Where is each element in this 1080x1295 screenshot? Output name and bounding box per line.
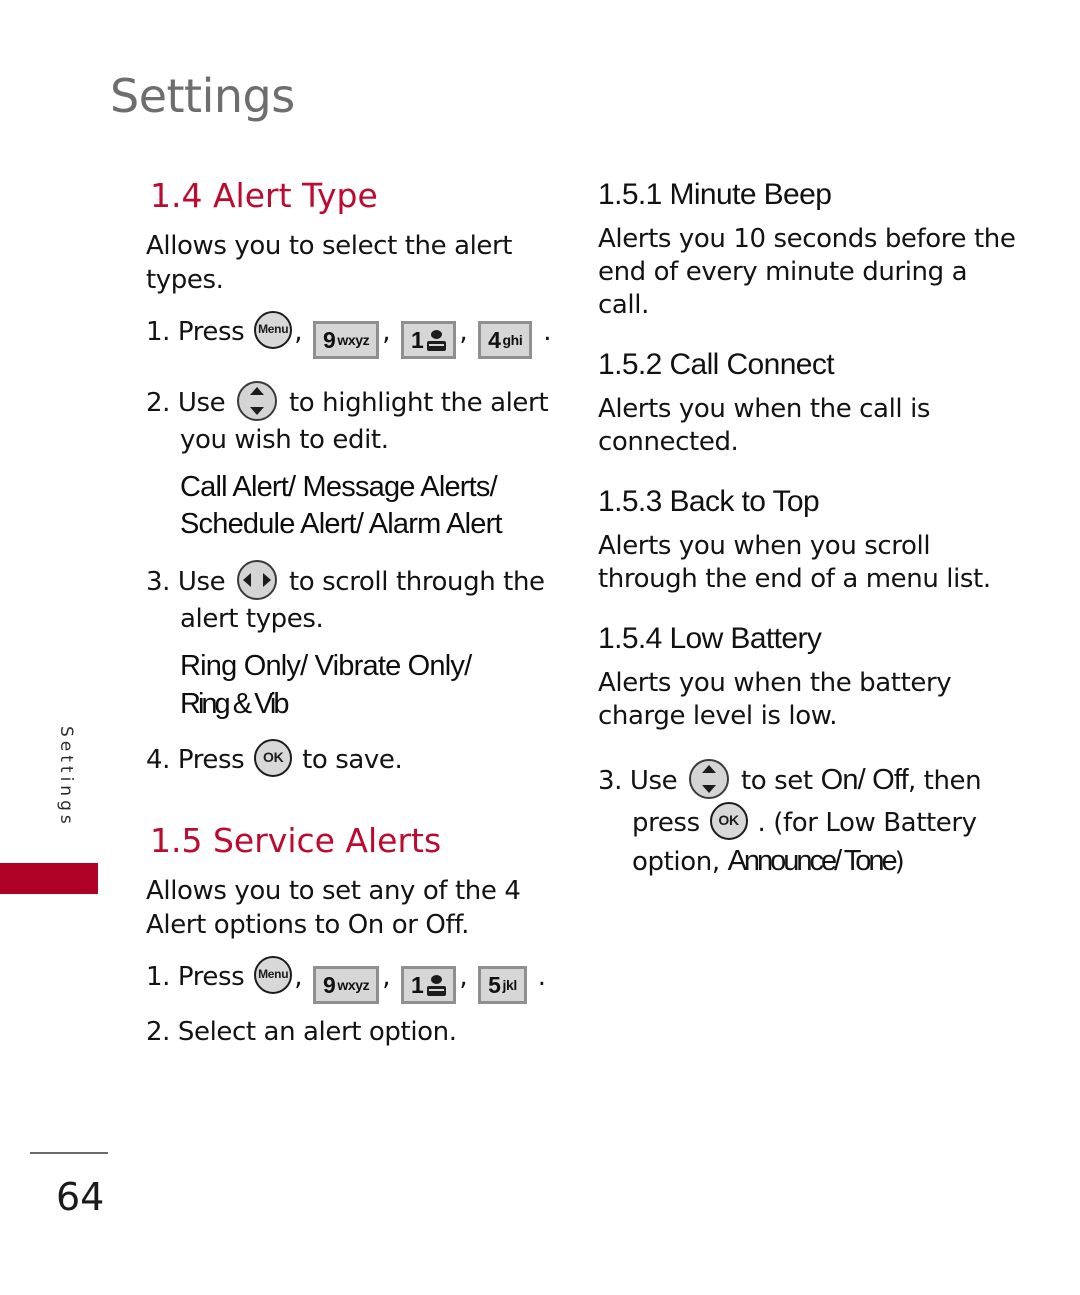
step-2-continuation: you wish to edit. <box>180 424 389 455</box>
ok-key[interactable]: OK <box>709 801 748 840</box>
page-number: 64 <box>56 1175 105 1219</box>
ring-options-line-1: Ring Only/ Vibrate Only/ <box>180 649 472 682</box>
section-heading-1-4: 1.4 Alert Type <box>150 176 378 215</box>
key-1[interactable]: 1 <box>400 320 457 359</box>
section-1-4-step-1: 1. Press Menu, 9 wxyz, 1, 4 ghi . <box>146 310 564 359</box>
manual-page: Settings Settings 64 1.4 Alert Type Allo… <box>0 0 1080 1295</box>
nav-up-down-key[interactable] <box>237 380 278 421</box>
side-tab-label: Settings <box>56 726 76 828</box>
ring-options-line-2: Ring & Vib <box>180 687 289 720</box>
menu-key[interactable]: Menu <box>254 955 293 994</box>
left-column: 1.4 Alert Type Allows you to select the … <box>146 176 564 1061</box>
step-3-prefix: 3. Use <box>146 567 226 598</box>
step-4-suffix: to save. <box>302 745 403 776</box>
section-1-5-step-2: 2. Select an alert option. <box>146 1016 457 1047</box>
side-tab-bar <box>0 863 98 894</box>
step-3-mid: to set <box>741 766 813 797</box>
nav-left-right-key[interactable] <box>237 560 278 601</box>
key-sequence-1-4: Menu, 9 wxyz, 1, 4 ghi <box>252 310 543 359</box>
voicemail-icon <box>427 329 447 351</box>
step-3-continuation-line-2: option, Announce/ Tone) <box>632 841 1018 882</box>
subsection-heading-1-5-3: 1.5.3 Back to Top <box>598 485 820 519</box>
on-off-options: On/ Off <box>820 764 909 797</box>
alert-type-options: Call Alert/ Message Alerts/ Schedule Ale… <box>180 469 564 544</box>
step-1-prefix: 1. Press <box>146 961 245 992</box>
step-3-after-options: , then <box>907 766 982 797</box>
subsection-heading-1-5-4: 1.5.4 Low Battery <box>598 622 822 656</box>
option-label: option, <box>632 847 720 878</box>
page-title: Settings <box>110 69 295 123</box>
subsection-heading-1-5-1: 1.5.1 Minute Beep <box>598 178 832 211</box>
step-3-prefix: 3. Use <box>598 766 678 797</box>
menu-key[interactable]: Menu <box>254 310 293 349</box>
subsection-1-5-1-body: Alerts you 10 seconds before the end of … <box>598 223 1016 321</box>
subsection-1-5-2-body: Alerts you when the call is connected. <box>598 393 931 458</box>
section-1-5-intro: Allows you to set any of the 4 Alert opt… <box>146 876 521 940</box>
key-1[interactable]: 1 <box>400 965 457 1004</box>
announce-tone-options: Announce/ Tone <box>727 845 898 878</box>
footer-divider <box>30 1152 108 1154</box>
step-1-suffix: . <box>543 316 552 347</box>
section-1-5-step-3: 3. Use to set On/ Off, then press OK . (… <box>598 759 1018 882</box>
nav-up-down-key[interactable] <box>689 759 730 800</box>
right-column: 1.5.1 Minute Beep Alerts you 10 seconds … <box>598 178 1018 893</box>
step-3-continuation: alert types. <box>180 603 324 634</box>
step-3-cont2-suffix: ) <box>894 847 905 878</box>
key-9[interactable]: 9 wxyz <box>312 320 380 359</box>
step-2-suffix: to highlight the alert <box>289 387 549 418</box>
key-sequence-1-5: Menu, 9 wxyz, 1, 5 jkl <box>252 955 538 1004</box>
voicemail-icon <box>427 974 447 996</box>
alert-options-line-1: Call Alert/ Message Alerts/ <box>180 470 498 503</box>
section-1-5-step-1: 1. Press Menu, 9 wxyz, 1, 5 jkl . <box>146 955 564 1004</box>
subsection-1-5-4-body: Alerts you when the battery charge level… <box>598 667 952 732</box>
step-3-cont-suffix: . (for Low Battery <box>757 807 977 838</box>
press-label: press <box>632 807 700 838</box>
step-4-prefix: 4. Press <box>146 745 245 776</box>
step-3-continuation-line-1: press OK . (for Low Battery <box>632 801 1018 842</box>
step-2-prefix: 2. Use <box>146 387 226 418</box>
subsection-1-5-3-body: Alerts you when you scroll through the e… <box>598 530 991 595</box>
section-heading-1-5: 1.5 Service Alerts <box>150 821 442 861</box>
section-1-4-step-2: 2. Use to highlight the alert you wish t… <box>146 380 564 459</box>
key-5[interactable]: 5 jkl <box>478 965 527 1004</box>
ok-key[interactable]: OK <box>254 739 293 778</box>
step-1-prefix: 1. Press <box>146 316 245 347</box>
section-1-4-step-4: 4. Press OK to save. <box>146 739 564 779</box>
subsection-heading-1-5-2: 1.5.2 Call Connect <box>598 348 835 382</box>
key-4[interactable]: 4 ghi <box>478 320 533 359</box>
alert-options-line-2: Schedule Alert/ Alarm Alert <box>180 508 503 541</box>
key-9[interactable]: 9 wxyz <box>312 965 380 1004</box>
ring-type-options: Ring Only/ Vibrate Only/ Ring & Vib <box>180 648 564 723</box>
step-1-suffix: . <box>537 961 546 992</box>
section-1-4-step-3: 3. Use to scroll through the alert types… <box>146 560 564 638</box>
step-3-suffix: to scroll through the <box>289 567 545 598</box>
section-1-4-intro: Allows you to select the alert types. <box>146 231 513 295</box>
